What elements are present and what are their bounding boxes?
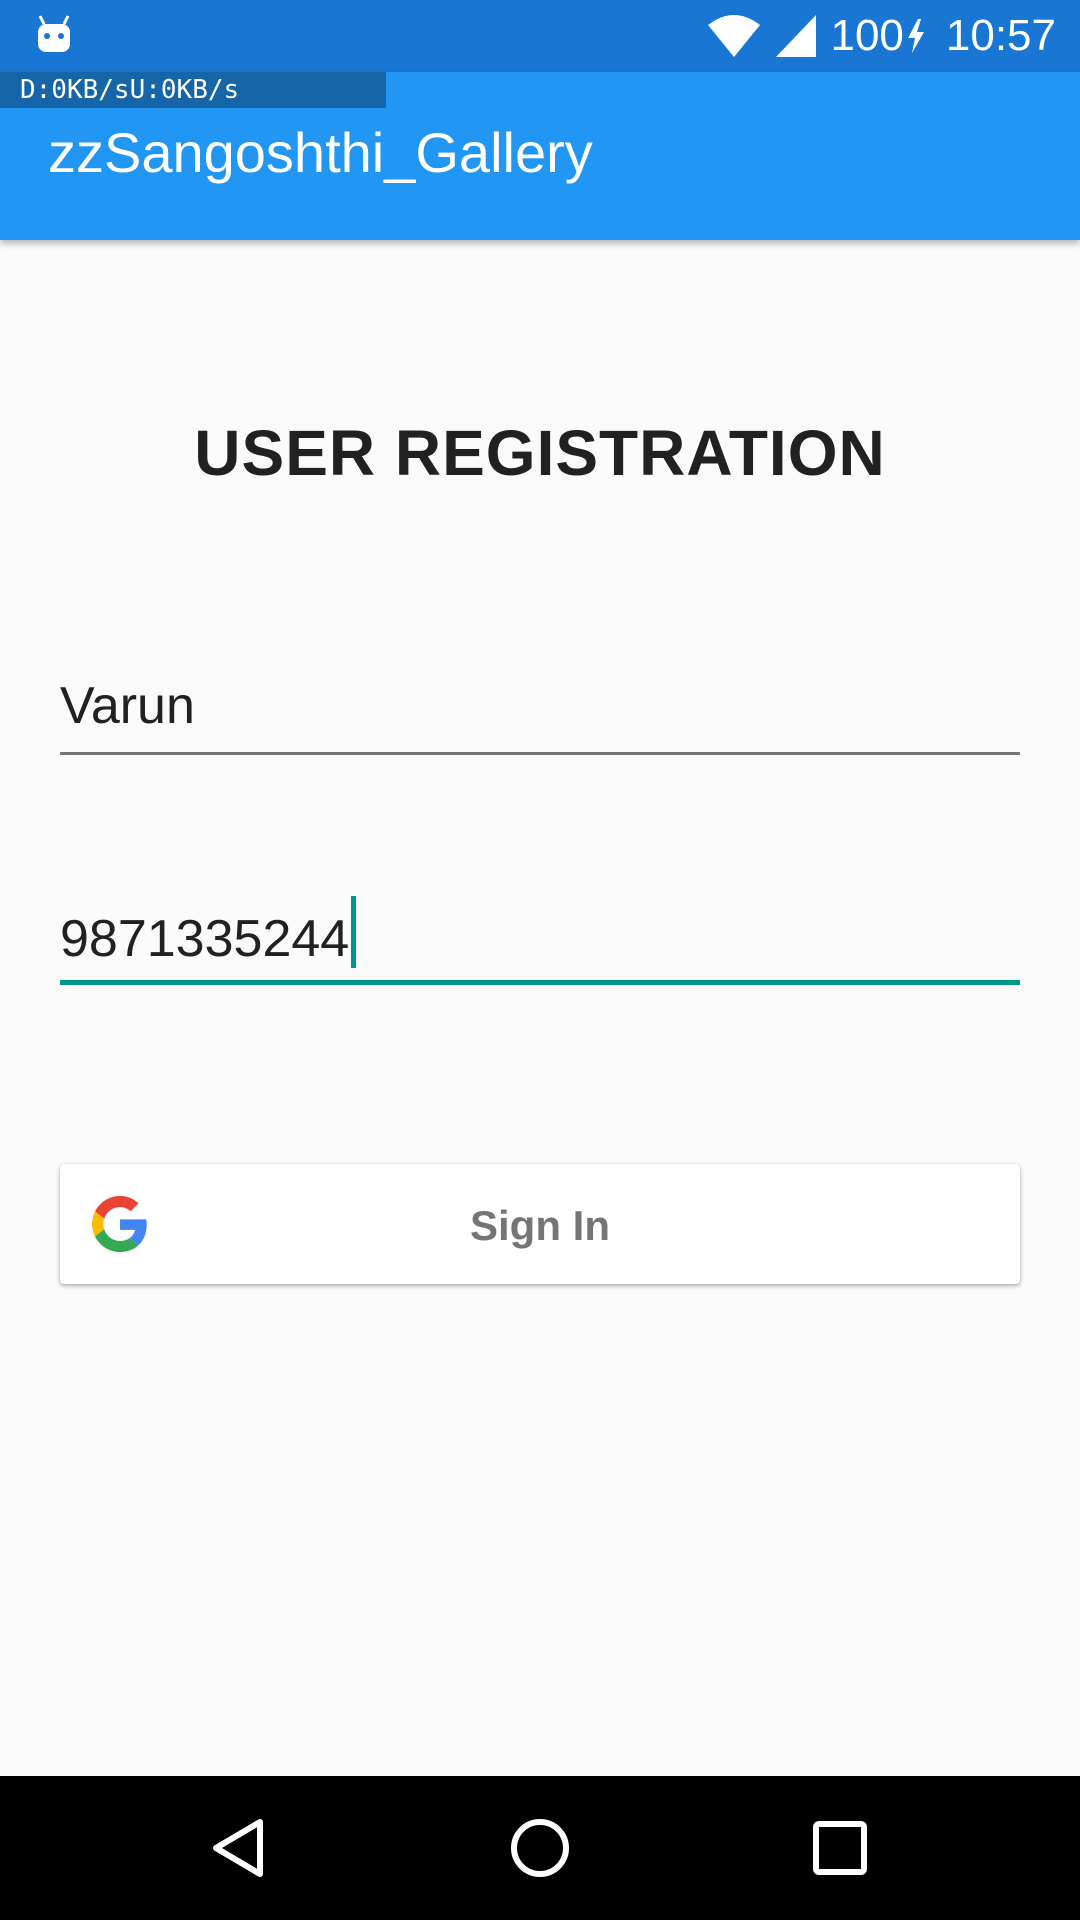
name-field[interactable]: Varun — [60, 676, 1020, 755]
upload-speed: U:0KB/s — [129, 75, 240, 105]
phone-field[interactable]: 9871335244 — [60, 896, 1020, 985]
name-field-value: Varun — [60, 677, 195, 735]
android-debug-icon — [38, 15, 70, 52]
google-sign-in-button[interactable]: Sign In — [60, 1164, 1020, 1284]
battery-level: 100 — [830, 11, 904, 60]
sign-in-label: Sign In — [470, 1202, 610, 1249]
recents-icon[interactable] — [804, 1812, 876, 1884]
clock: 10:57 — [945, 11, 1056, 60]
phone-field-value: 9871335244 — [60, 910, 350, 968]
app-title: zzSangoshthi_Gallery — [48, 121, 593, 184]
page-heading: USER REGISTRATION — [194, 417, 886, 489]
navigation-bar — [0, 1776, 1080, 1920]
status-bar: 100 10:57 — [0, 0, 1080, 72]
net-speed-overlay: D:0KB/s U:0KB/s — [0, 72, 386, 108]
back-icon[interactable] — [204, 1812, 276, 1884]
download-speed: D:0KB/s — [20, 75, 130, 105]
home-icon[interactable] — [504, 1812, 576, 1884]
text-cursor — [351, 896, 357, 968]
wifi-icon — [708, 15, 761, 57]
cell-signal-icon — [776, 15, 817, 57]
charging-icon — [907, 19, 924, 53]
